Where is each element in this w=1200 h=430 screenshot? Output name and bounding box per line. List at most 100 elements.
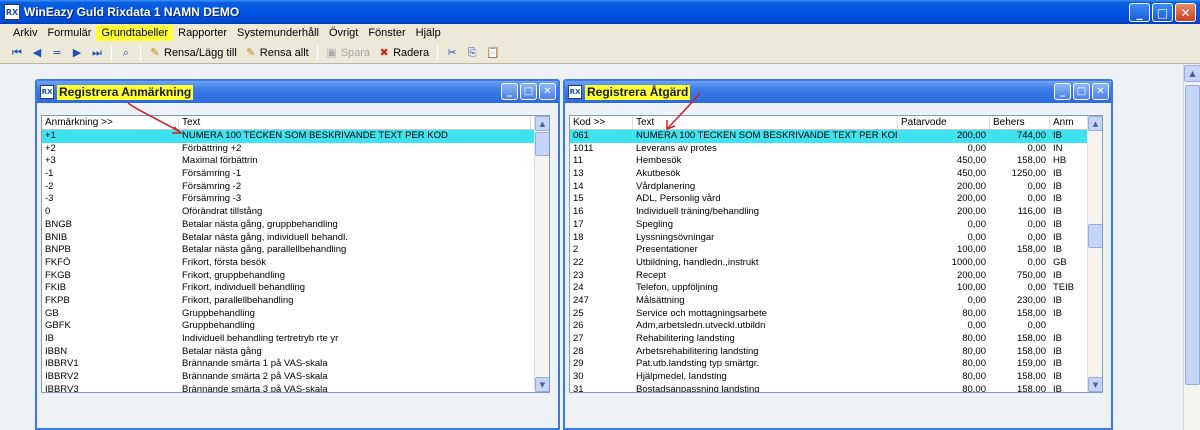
table-row[interactable]: GB Gruppbehandling [42,308,549,321]
scroll-down-icon[interactable]: ▼ [535,377,549,392]
table-row[interactable]: 29 Pat.utb.landsting typ smärtgr. 80,00 159… [570,358,1102,371]
table-row[interactable]: 30 Hjälpmedel, landsting 80,00 158,00 IB [570,371,1102,384]
table-row[interactable]: IBBRV3 Brännande smärta 3 på VAS-skala [42,384,549,392]
table-row[interactable]: BNGB Betalar nästa gång, gruppbehandling [42,219,549,232]
table-row[interactable]: IBBRV2 Brännande smärta 2 på VAS-skala [42,371,549,384]
clear-all-button[interactable]: ✎ Rensa allt [242,44,312,62]
table-row[interactable]: 0 Oförändrat tillstång [42,206,549,219]
table-row[interactable]: 26 Adm,arbetsledn.utveckl.utbildn 0,00 0,00 [570,320,1102,333]
menu-item-systemunderhåll[interactable]: Systemunderhåll [232,25,324,41]
column-header[interactable]: Anmärkning >> [42,116,179,129]
table-row[interactable]: IBBRV1 Brännande smärta 1 på VAS-skala [42,358,549,371]
table-row[interactable]: 31 Bostadsanpassning landsting 80,00 158,00… [570,384,1102,392]
grid-scrollbar[interactable]: ▲ ▼ [1087,116,1102,392]
table-row[interactable]: 16 Individuell träning/behandling 200,00 11… [570,206,1102,219]
menu-item-övrigt[interactable]: Övrigt [324,25,363,41]
anmarkning-window-titlebar[interactable]: RX Registrera Anmärkning _ □ ✕ [37,81,558,103]
table-row[interactable]: 15 ADL, Personlig vård 200,00 0,00 IB [570,193,1102,206]
atgard-window-titlebar[interactable]: RX Registrera Åtgärd _ □ ✕ [565,81,1111,103]
column-header[interactable]: Patarvode [898,116,990,129]
app-title-bar[interactable]: RX WinEazy Guld Rixdata 1 NAMN DEMO _ □ … [0,0,1200,24]
menu-item-hjälp[interactable]: Hjälp [411,25,446,41]
table-row[interactable]: 28 Arbetsrehabilitering landsting 80,00 158… [570,346,1102,359]
first-record-button[interactable]: ⏮ [8,44,26,62]
prev-record-button[interactable]: ◀ [28,44,46,62]
next-record-button[interactable]: ▶ [68,44,86,62]
maximize-button[interactable]: □ [520,83,537,100]
menu-item-rapporter[interactable]: Rapporter [173,25,232,41]
table-row[interactable]: -1 Försämring -1 [42,168,549,181]
table-row[interactable]: 23 Recept 200,00 750,00 IB [570,270,1102,283]
minimize-button[interactable]: _ [1129,3,1150,22]
cut-button[interactable]: ✂ [443,44,461,62]
table-row[interactable]: IBBN Betalar nästa gång [42,346,549,359]
table-row[interactable]: 2 Presentationer 100,00 158,00 IB [570,244,1102,257]
save-button[interactable]: ▣ Spara [323,44,373,62]
table-row[interactable]: 18 Lyssningsövningar 0,00 0,00 IB [570,232,1102,245]
maximize-button[interactable]: □ [1073,83,1090,100]
table-row[interactable]: +2 Förbättring +2 [42,143,549,156]
table-row[interactable]: 061 NUMERA 100 TECKEN SOM BESKRIVANDE TEX… [570,130,1102,143]
close-button[interactable]: ✕ [1092,83,1109,100]
grid-scroll-thumb[interactable] [1088,224,1102,248]
table-row[interactable]: 27 Rehabilitering landsting 80,00 158,00 IB [570,333,1102,346]
table-row[interactable]: 11 Hembesök 450,00 158,00 HB [570,155,1102,168]
table-row[interactable]: FKIB Frikort, individuell behandling [42,282,549,295]
column-header[interactable]: Behers [990,116,1050,129]
scroll-up-icon[interactable]: ▲ [1088,116,1102,131]
minimize-button[interactable]: _ [501,83,518,100]
grid-scroll-thumb[interactable] [535,132,549,156]
anmarkning-window-title: Registrera Anmärkning [57,84,194,100]
table-row[interactable]: GBFK Gruppbehandling [42,320,549,333]
table-row[interactable]: -2 Försämring -2 [42,181,549,194]
delete-button[interactable]: ✖ Radera [375,44,432,62]
workspace-scroll-thumb[interactable] [1185,85,1200,385]
close-button[interactable]: ✕ [539,83,556,100]
search-button[interactable]: ⌕ [117,44,135,62]
paste-button[interactable]: 📋 [483,44,501,62]
column-header[interactable]: Anm [1050,116,1090,129]
scroll-up-icon[interactable]: ▲ [535,116,549,131]
menu-item-arkiv[interactable]: Arkiv [8,25,42,41]
table-row[interactable]: 24 Telefon, uppföljning 100,00 0,00 TEIB [570,282,1102,295]
menu-item-formulär[interactable]: Formulär [42,25,96,41]
table-row[interactable]: FKPB Frikort, parallellbehandling [42,295,549,308]
table-row[interactable]: 247 Målsättning 0,00 230,00 IB [570,295,1102,308]
grid-scrollbar[interactable]: ▲ ▼ [534,116,549,392]
table-row[interactable]: 25 Service och mottagningsarbete 80,00 158,… [570,308,1102,321]
table-row[interactable]: +3 Maximal förbättrin [42,155,549,168]
menu-item-grundtabeller[interactable]: Grundtabeller [96,25,174,41]
table-row[interactable]: 1011 Leverans av protes 0,00 0,00 IN [570,143,1102,156]
table-row[interactable]: 17 Spegling 0,00 0,00 IB [570,219,1102,232]
table-row[interactable]: +1 NUMERA 100 TECKEN SOM BESKRIVANDE TEXT… [42,130,549,143]
table-cell: 200,00 [956,193,986,205]
table-row[interactable]: BNPB Betalar nästa gång, parallellbehandl… [42,244,549,257]
table-row[interactable]: -3 Försämring -3 [42,193,549,206]
workspace-scrollbar[interactable]: ▲ [1183,65,1200,430]
scroll-up-icon[interactable]: ▲ [1184,65,1200,82]
atgard-window[interactable]: RX Registrera Åtgärd _ □ ✕ Kod >> Text Pat… [563,79,1113,430]
minimize-button[interactable]: _ [1054,83,1071,100]
column-header[interactable]: Text [633,116,898,129]
scroll-down-icon[interactable]: ▼ [1088,377,1102,392]
menu-item-fönster[interactable]: Fönster [363,25,410,41]
copy-button[interactable]: ⎘ [463,44,481,62]
table-row[interactable]: 14 Vårdplanering 200,00 0,00 IB [570,181,1102,194]
clear-add-button[interactable]: ✎ Rensa/Lägg till [146,44,240,62]
anmarkning-window[interactable]: RX Registrera Anmärkning _ □ ✕ Anmärknin… [35,79,560,430]
column-header[interactable]: Kod >> [570,116,633,129]
close-button[interactable]: ✕ [1175,3,1196,22]
anmarkning-grid[interactable]: Anmärkning >> Text +1 NUMERA 100 TECKEN SO… [41,115,550,393]
table-row[interactable]: 22 Utbildning, handledn.,instrukt 1000,00 0… [570,257,1102,270]
column-header[interactable]: Text [179,116,531,129]
maximize-button[interactable]: □ [1152,3,1173,22]
table-row[interactable]: 13 Akutbesök 450,00 1250,00 IB [570,168,1102,181]
table-cell: 744,00 [1016,130,1046,141]
current-record-button[interactable]: = [48,44,66,62]
last-record-button[interactable]: ⏭ [88,44,106,62]
table-row[interactable]: FKGB Frikort, gruppbehandling [42,270,549,283]
table-row[interactable]: FKFÖ Frikort, första besök [42,257,549,270]
table-row[interactable]: IB Individuell behandling tertretryb rte … [42,333,549,346]
atgard-grid[interactable]: Kod >> Text Patarvode Behers Anm 061 NUMERA 1… [569,115,1103,393]
table-row[interactable]: BNIB Betalar nästa gång, individuell beha… [42,232,549,245]
